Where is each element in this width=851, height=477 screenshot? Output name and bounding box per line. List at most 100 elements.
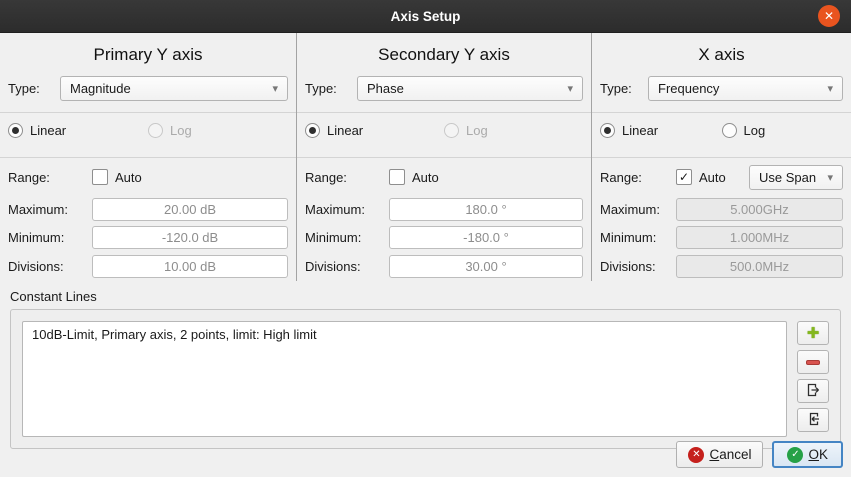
- primary-auto-checkbox[interactable]: [92, 169, 108, 185]
- add-constant-line-button[interactable]: ✚: [797, 321, 829, 345]
- secondary-type-value: Phase: [367, 81, 567, 96]
- x-span-value: Use Span: [759, 170, 827, 185]
- cancel-button[interactable]: ✕ Cancel: [676, 441, 763, 468]
- titlebar: Axis Setup ✕: [0, 0, 851, 33]
- remove-constant-line-button[interactable]: [797, 350, 829, 374]
- x-log-label: Log: [744, 123, 766, 138]
- primary-divisions-label: Divisions:: [8, 259, 92, 274]
- check-glyph: ✓: [791, 450, 799, 460]
- constant-lines-label: Constant Lines: [10, 289, 841, 304]
- x-maximum-label: Maximum:: [600, 202, 676, 217]
- primary-range-label: Range:: [8, 170, 92, 185]
- x-auto-label: Auto: [699, 170, 726, 185]
- cancel-x-icon: ✕: [688, 447, 704, 463]
- x-type-dropdown[interactable]: Frequency ▾: [648, 76, 843, 101]
- ok-label: OK: [808, 447, 828, 462]
- close-button[interactable]: ✕: [818, 5, 840, 27]
- primary-minimum-label: Minimum:: [8, 230, 92, 245]
- x-axis-header: X axis: [600, 37, 843, 74]
- separator: [592, 157, 851, 158]
- import-constant-line-button[interactable]: [797, 408, 829, 432]
- cancel-mnemonic: C: [709, 447, 719, 462]
- x-maximum-input: 5.000GHz: [676, 198, 843, 221]
- primary-y-axis-header: Primary Y axis: [8, 37, 288, 74]
- chevron-down-icon: ▾: [827, 171, 833, 184]
- x-minimum-label: Minimum:: [600, 230, 676, 245]
- x-linear-radio[interactable]: Linear: [600, 123, 722, 138]
- constant-lines-frame: 10dB-Limit, Primary axis, 2 points, limi…: [10, 309, 841, 449]
- separator: [297, 157, 591, 158]
- chevron-down-icon: ▾: [272, 82, 278, 95]
- minus-icon: [806, 360, 820, 365]
- ok-check-icon: ✓: [787, 447, 803, 463]
- ok-mnemonic: O: [808, 447, 819, 462]
- list-item[interactable]: 10dB-Limit, Primary axis, 2 points, limi…: [32, 325, 777, 344]
- x-linear-label: Linear: [622, 123, 658, 138]
- export-icon: [805, 382, 821, 401]
- close-icon: ✕: [824, 10, 834, 22]
- primary-minimum-input[interactable]: -120.0 dB: [92, 226, 288, 249]
- cancel-label: Cancel: [709, 447, 751, 462]
- secondary-auto-label: Auto: [412, 170, 439, 185]
- ok-button[interactable]: ✓ OK: [772, 441, 843, 468]
- x-minimum-input: 1.000MHz: [676, 226, 843, 249]
- checkbox-check-icon: ✓: [679, 170, 689, 184]
- primary-log-label: Log: [170, 123, 192, 138]
- secondary-minimum-input[interactable]: -180.0 °: [389, 226, 583, 249]
- x-log-radio[interactable]: Log: [722, 123, 844, 138]
- secondary-range-label: Range:: [305, 170, 389, 185]
- constant-lines-list[interactable]: 10dB-Limit, Primary axis, 2 points, limi…: [22, 321, 787, 437]
- constant-lines-buttons: ✚: [797, 321, 829, 437]
- import-icon: [805, 411, 821, 430]
- radio-selected-icon: [8, 123, 23, 138]
- secondary-linear-radio[interactable]: Linear: [305, 123, 444, 138]
- secondary-y-axis-panel: Secondary Y axis Type: Phase ▾ Linear Lo…: [297, 33, 592, 281]
- secondary-y-axis-header: Secondary Y axis: [305, 37, 583, 74]
- radio-selected-icon: [305, 123, 320, 138]
- window-title: Axis Setup: [391, 9, 461, 24]
- dialog-footer: ✕ Cancel ✓ OK: [676, 441, 843, 468]
- chevron-down-icon: ▾: [567, 82, 573, 95]
- x-range-label: Range:: [600, 170, 676, 185]
- radio-icon: [722, 123, 737, 138]
- primary-linear-label: Linear: [30, 123, 66, 138]
- primary-linear-radio[interactable]: Linear: [8, 123, 148, 138]
- radio-selected-icon: [600, 123, 615, 138]
- x-glyph: ✕: [692, 450, 700, 460]
- primary-maximum-label: Maximum:: [8, 202, 92, 217]
- primary-type-value: Magnitude: [70, 81, 272, 96]
- x-axis-panel: X axis Type: Frequency ▾ Linear Log Rang…: [592, 33, 851, 281]
- separator: [0, 157, 296, 158]
- secondary-maximum-input[interactable]: 180.0 °: [389, 198, 583, 221]
- primary-divisions-input[interactable]: 10.00 dB: [92, 255, 288, 278]
- x-divisions-label: Divisions:: [600, 259, 676, 274]
- secondary-maximum-label: Maximum:: [305, 202, 389, 217]
- primary-y-axis-panel: Primary Y axis Type: Magnitude ▾ Linear …: [0, 33, 297, 281]
- secondary-minimum-label: Minimum:: [305, 230, 389, 245]
- secondary-log-radio: Log: [444, 123, 583, 138]
- secondary-divisions-input[interactable]: 30.00 °: [389, 255, 583, 278]
- secondary-auto-checkbox[interactable]: [389, 169, 405, 185]
- constant-lines-section: Constant Lines 10dB-Limit, Primary axis,…: [0, 289, 851, 449]
- x-divisions-input: 500.0MHz: [676, 255, 843, 278]
- x-auto-checkbox[interactable]: ✓: [676, 169, 692, 185]
- x-type-value: Frequency: [658, 81, 827, 96]
- plus-icon: ✚: [807, 326, 820, 341]
- primary-auto-label: Auto: [115, 170, 142, 185]
- ok-rest: K: [819, 447, 828, 462]
- primary-type-dropdown[interactable]: Magnitude ▾: [60, 76, 288, 101]
- secondary-type-dropdown[interactable]: Phase ▾: [357, 76, 583, 101]
- cancel-rest: ancel: [719, 447, 751, 462]
- x-type-label: Type:: [600, 81, 648, 96]
- chevron-down-icon: ▾: [827, 82, 833, 95]
- x-span-dropdown[interactable]: Use Span ▾: [749, 165, 843, 190]
- secondary-linear-label: Linear: [327, 123, 363, 138]
- primary-type-label: Type:: [8, 81, 60, 96]
- axis-columns: Primary Y axis Type: Magnitude ▾ Linear …: [0, 33, 851, 281]
- secondary-log-label: Log: [466, 123, 488, 138]
- radio-disabled-icon: [444, 123, 459, 138]
- radio-disabled-icon: [148, 123, 163, 138]
- export-constant-line-button[interactable]: [797, 379, 829, 403]
- secondary-divisions-label: Divisions:: [305, 259, 389, 274]
- primary-maximum-input[interactable]: 20.00 dB: [92, 198, 288, 221]
